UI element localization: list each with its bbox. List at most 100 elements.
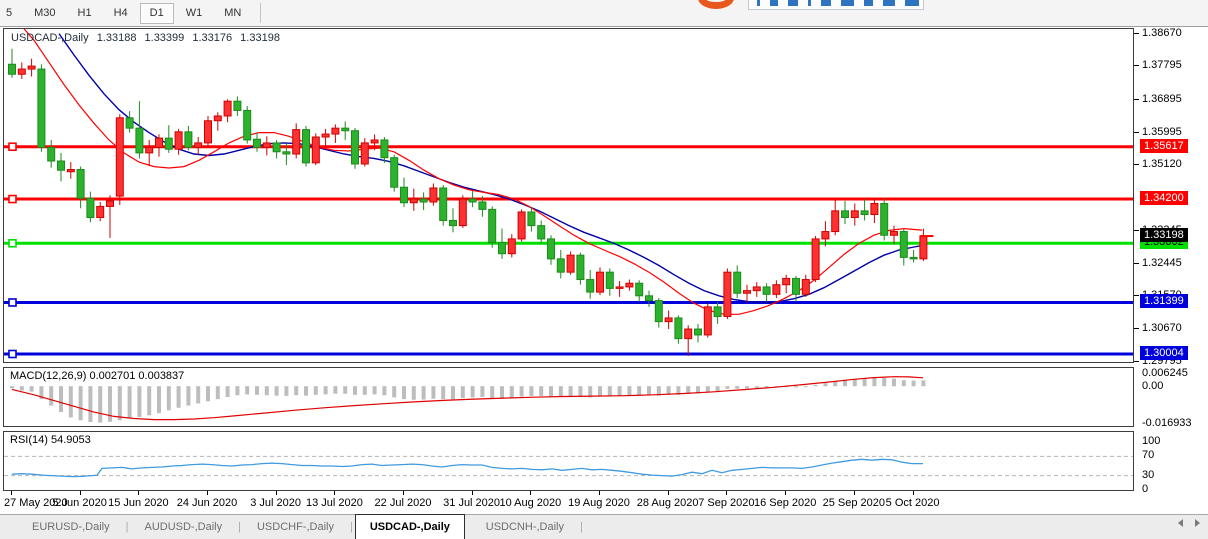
macd-histogram-bar [88, 386, 92, 422]
price-tick-label: 1.30670 [1142, 322, 1182, 334]
macd-histogram-bar [647, 386, 651, 395]
rsi-chart [4, 432, 1133, 490]
candle [67, 162, 74, 179]
date-tick [913, 491, 914, 495]
candle [538, 220, 545, 244]
date-label: 15 Jun 2020 [108, 497, 169, 509]
line-drag-handle[interactable] [9, 350, 16, 357]
line-drag-handle[interactable] [9, 240, 16, 247]
macd-histogram-bar [314, 386, 318, 395]
horizontal-price-line[interactable] [4, 350, 1133, 357]
date-label: 22 Jul 2020 [375, 497, 432, 509]
horizontal-price-line[interactable] [4, 299, 1133, 306]
tab-separator: | [124, 515, 131, 539]
macd-axis-label: -0.016933 [1142, 417, 1192, 429]
timeframe-button-m30[interactable]: M30 [24, 3, 65, 24]
macd-histogram-bar [98, 386, 102, 422]
line-drag-handle[interactable] [9, 196, 16, 203]
candle [597, 267, 604, 295]
chart-tab-eurusd[interactable]: EURUSD-,Daily [18, 515, 124, 539]
timeframe-button-w1[interactable]: W1 [176, 3, 213, 24]
tab-separator: | [578, 515, 585, 539]
price-tick [1134, 33, 1139, 34]
price-chart-panel[interactable]: USDCAD-,Daily 1.33188 1.33399 1.33176 1.… [3, 28, 1134, 363]
candle [773, 280, 780, 298]
candle [430, 184, 437, 206]
candle [665, 311, 672, 329]
candle [420, 192, 427, 210]
candle [77, 167, 84, 209]
candle [548, 235, 555, 265]
price-tick [1134, 263, 1139, 264]
candle [234, 96, 241, 116]
low-value: 1.33176 [192, 32, 232, 44]
chart-tab-usdcnh[interactable]: USDCNH-,Daily [472, 515, 578, 539]
macd-histogram-bar [804, 386, 808, 387]
chart-tab-audusd[interactable]: AUDUSD-,Daily [130, 515, 236, 539]
date-label: 16 Sep 2020 [754, 497, 816, 509]
scroll-right-arrow[interactable] [1195, 519, 1200, 527]
macd-histogram-bar [814, 385, 818, 386]
macd-histogram-bar [549, 386, 553, 396]
macd-histogram-bar [902, 380, 906, 386]
macd-histogram-bar [892, 379, 896, 387]
macd-histogram-bar [882, 378, 886, 386]
date-label: 7 Sep 2020 [698, 497, 754, 509]
macd-histogram-bar [186, 386, 190, 405]
candle [871, 200, 878, 223]
price-line-badge: 1.33198 [1140, 228, 1188, 242]
candle [48, 140, 55, 168]
horizontal-price-line[interactable] [4, 240, 1133, 247]
line-drag-handle[interactable] [9, 143, 16, 150]
price-tick [1134, 361, 1139, 362]
macd-histogram-bar [755, 386, 759, 388]
macd-histogram-bar [284, 386, 288, 396]
date-label: 31 Jul 2020 [443, 497, 500, 509]
date-tick [138, 491, 139, 495]
macd-indicator-panel[interactable]: MACD(12,26,9) 0.002701 0.003837 [3, 367, 1134, 427]
timeframe-button-h1[interactable]: H1 [68, 3, 102, 24]
candle [636, 280, 643, 301]
candle [185, 126, 192, 150]
macd-histogram-bar [137, 386, 141, 417]
candle [861, 199, 868, 220]
candle [410, 189, 417, 211]
chart-tab-usdchf[interactable]: USDCHF-,Daily [243, 515, 348, 539]
scroll-left-arrow[interactable] [1178, 519, 1183, 527]
macd-histogram-bar [431, 386, 435, 399]
macd-histogram-bar [539, 386, 543, 396]
candle [499, 229, 506, 259]
horizontal-price-line[interactable] [4, 196, 1133, 203]
candle [753, 282, 760, 297]
candle [802, 275, 809, 297]
price-tick [1134, 295, 1139, 296]
line-drag-handle[interactable] [9, 299, 16, 306]
candle [224, 99, 231, 122]
timeframe-button-h4[interactable]: H4 [104, 3, 138, 24]
macd-histogram-bar [157, 386, 161, 413]
date-axis[interactable]: 27 May 20205 Jun 202015 Jun 202024 Jun 2… [3, 491, 1134, 514]
price-tick-label: 1.35120 [1142, 158, 1182, 170]
timeframe-button-d1[interactable]: D1 [140, 3, 174, 24]
date-tick [11, 491, 12, 495]
price-axis[interactable]: 1.386701.377951.368951.359951.351201.333… [1134, 28, 1208, 491]
candle [842, 201, 849, 224]
macd-histogram-bar [578, 386, 582, 397]
rsi-indicator-panel[interactable]: RSI(14) 54.9053 [3, 431, 1134, 491]
tab-scroll-controls [1178, 519, 1200, 527]
macd-histogram-bar [69, 386, 73, 417]
macd-histogram-bar [451, 386, 455, 399]
macd-histogram-bar [265, 386, 269, 395]
macd-histogram-bar [843, 380, 847, 386]
date-tick [599, 491, 600, 495]
toolbar-icon-fragment [821, 0, 831, 6]
timeframe-button-5[interactable]: 5 [0, 3, 22, 24]
price-tick-label: 1.36895 [1142, 93, 1182, 105]
timeframe-button-mn[interactable]: MN [214, 3, 251, 24]
candle [567, 251, 574, 274]
candle [734, 266, 741, 298]
candle [381, 137, 388, 163]
chart-tab-usdcad[interactable]: USDCAD-,Daily [355, 514, 465, 539]
macd-histogram-bar [245, 386, 249, 394]
toolbar-icons-fragment [748, 0, 924, 10]
